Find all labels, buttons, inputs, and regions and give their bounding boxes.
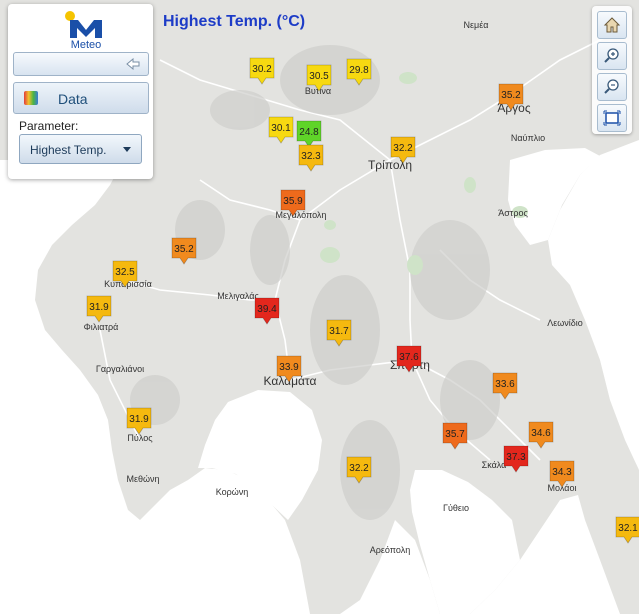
town-label: Αρεόπολη: [370, 545, 410, 555]
town-label: Μεθώνη: [126, 474, 159, 484]
zoom-in-icon: [604, 48, 619, 63]
marker-value: 37.6: [399, 352, 419, 363]
marker-value: 35.2: [174, 244, 194, 255]
town-label: Μελιγαλάς: [217, 291, 259, 301]
marker-value: 32.2: [349, 463, 369, 474]
map-toolbar: [592, 6, 632, 134]
marker-value: 31.9: [129, 414, 149, 425]
logo-text: Meteo: [70, 39, 102, 51]
data-button-label: Data: [58, 91, 88, 107]
chevron-down-icon: [123, 147, 131, 152]
color-scale-icon: [24, 91, 38, 105]
meteo-logo-icon: Meteo: [64, 10, 108, 51]
marker-value: 35.2: [501, 90, 521, 101]
marker-value: 30.2: [252, 64, 272, 75]
town-label: Άστρος: [498, 208, 528, 218]
marker-value: 30.1: [271, 123, 291, 134]
marker-value: 35.9: [283, 196, 303, 207]
parameter-select[interactable]: Highest Temp.: [19, 134, 142, 164]
data-button[interactable]: Data: [13, 82, 149, 114]
parameter-select-value: Highest Temp.: [30, 143, 107, 157]
marker-value: 35.7: [445, 429, 465, 440]
collapse-panel-button[interactable]: [13, 52, 149, 76]
town-label: Σκάλα: [482, 460, 507, 470]
marker-value: 30.5: [309, 71, 329, 82]
full-extent-button[interactable]: [597, 104, 627, 132]
marker-value: 34.3: [552, 467, 572, 478]
town-label: Γύθειο: [443, 503, 469, 513]
zoom-out-icon: [604, 79, 619, 94]
town-label: Τρίπολη: [368, 158, 412, 172]
marker-value: 39.4: [257, 304, 277, 315]
marker-value: 37.3: [506, 452, 526, 463]
town-label: Κορώνη: [216, 487, 249, 497]
zoom-in-button[interactable]: [597, 42, 627, 70]
town-label: Μεγαλόπολη: [276, 210, 327, 220]
parameter-label: Parameter:: [19, 119, 79, 133]
arrow-left-icon: [126, 58, 140, 70]
marker-value: 31.9: [89, 302, 109, 313]
full-extent-icon: [603, 110, 621, 126]
marker-value: 34.6: [531, 428, 551, 439]
town-label: Ναύπλιο: [511, 133, 545, 143]
town-label: Φιλιατρά: [84, 322, 119, 332]
map-title: Highest Temp. (°C): [163, 13, 306, 30]
town-label: Λεωνίδιο: [547, 318, 583, 328]
marker-value: 24.8: [299, 127, 319, 138]
marker-value: 33.9: [279, 362, 299, 373]
marker-value: 31.7: [329, 326, 349, 337]
marker-value: 29.8: [349, 65, 369, 76]
marker-value: 32.1: [618, 523, 638, 534]
marker-value: 33.6: [495, 379, 515, 390]
zoom-out-button[interactable]: [597, 73, 627, 101]
marker-value: 32.5: [115, 267, 135, 278]
town-label: Γαργαλιάνοι: [96, 364, 144, 374]
control-panel: Meteo Data Parameter: Highest Temp.: [8, 4, 153, 179]
town-label: Νεμέα: [464, 20, 489, 30]
home-icon: [603, 17, 621, 33]
marker-value: 32.3: [301, 151, 321, 162]
home-button[interactable]: [597, 11, 627, 39]
marker-value: 32.2: [393, 143, 413, 154]
town-label: Πύλος: [127, 433, 153, 443]
